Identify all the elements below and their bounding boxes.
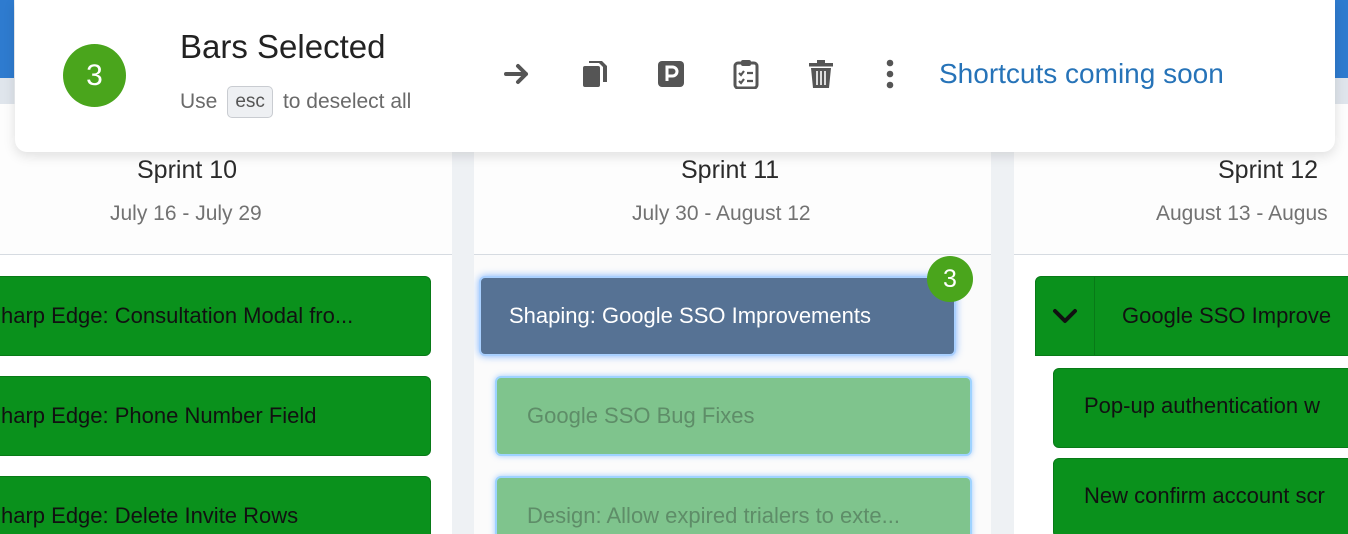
sprint-title: Sprint 11: [681, 156, 780, 184]
park-button[interactable]: [653, 56, 689, 92]
roadmap-bar[interactable]: harp Edge: Delete Invite Rows: [0, 476, 431, 534]
child-bar[interactable]: New confirm account scr: [1053, 458, 1348, 534]
sprint-dates: August 13 - Augus: [1156, 202, 1328, 225]
more-options-button[interactable]: [872, 56, 908, 92]
sprint-dates: July 30 - August 12: [632, 202, 811, 225]
sprint-title: Sprint 12: [1218, 156, 1319, 184]
sprint-dates: July 16 - July 29: [110, 202, 262, 225]
child-count-badge: 3: [927, 256, 973, 302]
selection-title: Bars Selected: [180, 28, 386, 65]
selection-toolbar: 3 Bars Selected Use esc to deselect all: [15, 0, 1335, 152]
roadmap-bar[interactable]: harp Edge: Phone Number Field: [0, 376, 431, 456]
duplicate-button[interactable]: [577, 56, 613, 92]
toolbar-strip-right: [1335, 78, 1348, 104]
selected-parent-bar[interactable]: Shaping: Google SSO Improvements: [479, 276, 956, 356]
collapse-toggle[interactable]: [1036, 277, 1095, 355]
checklist-button[interactable]: [728, 56, 764, 92]
sprint-column-12: Sprint 12 August 13 - Augus Google SSO I…: [1014, 104, 1348, 534]
sprint-column-10: Sprint 10 July 16 - July 29 harp Edge: C…: [0, 104, 452, 534]
selected-child-bar[interactable]: Google SSO Bug Fixes: [495, 376, 972, 456]
shortcuts-link[interactable]: Shortcuts coming soon: [939, 58, 1224, 90]
bar-label: Shaping: Google SSO Improvements: [509, 303, 871, 328]
toolbar-strip-left: [0, 78, 14, 104]
esc-key: esc: [227, 86, 273, 118]
hint-suffix: to deselect all: [282, 90, 412, 113]
copy-icon: [583, 61, 607, 87]
chevron-down-icon: [1053, 309, 1077, 323]
parent-bar[interactable]: Google SSO Improve: [1035, 276, 1348, 356]
app-header-strip-right: [1335, 0, 1348, 78]
child-bar[interactable]: Pop-up authentication w: [1053, 368, 1348, 448]
roadmap-bar[interactable]: harp Edge: Consultation Modal fro...: [0, 276, 431, 356]
sprint-column-11: Sprint 11 July 30 - August 12 Shaping: G…: [474, 104, 991, 534]
hint-prefix: Use: [180, 90, 218, 113]
parking-icon: [658, 61, 684, 87]
bar-label: Pop-up authentication w: [1084, 393, 1321, 418]
arrow-right-icon: [504, 64, 528, 84]
bar-label: harp Edge: Phone Number Field: [1, 403, 317, 428]
move-button[interactable]: [500, 56, 536, 92]
selected-child-bar[interactable]: Design: Allow expired trialers to exte..…: [495, 476, 972, 534]
sprint-title: Sprint 10: [137, 156, 238, 184]
bar-label: Design: Allow expired trialers to exte..…: [527, 503, 900, 528]
app-header-strip-left: [0, 0, 14, 78]
deselect-hint: Use esc to deselect all: [180, 86, 411, 118]
bar-label: New confirm account scr: [1084, 483, 1325, 508]
selection-count-badge: 3: [63, 44, 126, 107]
bar-label: harp Edge: Consultation Modal fro...: [1, 303, 354, 328]
bar-label: Google SSO Improve: [1122, 303, 1332, 328]
delete-button[interactable]: [803, 56, 839, 92]
bar-label: Google SSO Bug Fixes: [527, 403, 755, 428]
bar-label: harp Edge: Delete Invite Rows: [1, 503, 299, 528]
trash-icon: [809, 60, 833, 88]
clipboard-checklist-icon: [733, 60, 759, 89]
more-vertical-icon: [886, 59, 894, 89]
